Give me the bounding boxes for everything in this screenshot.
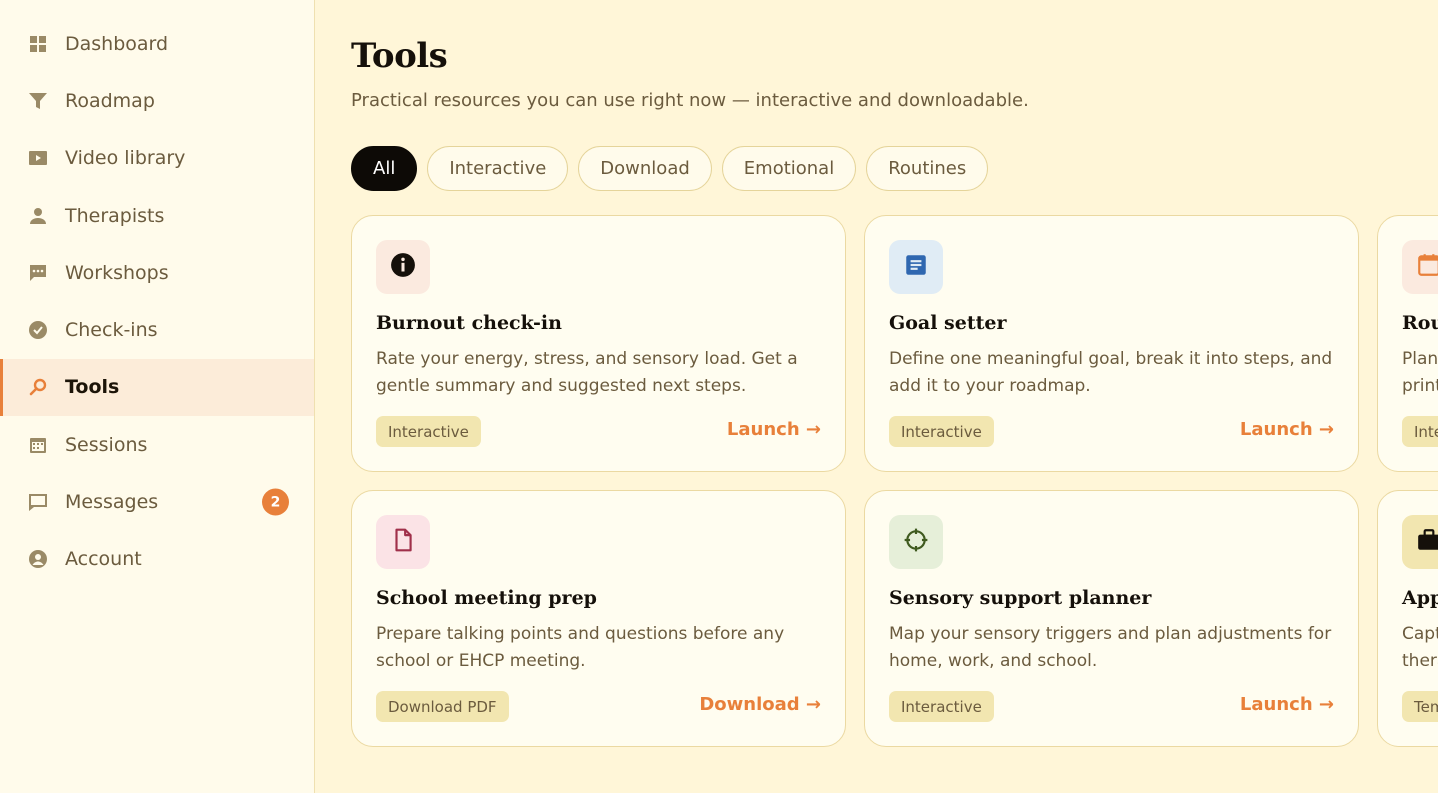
launch-link[interactable]: Launch → [1240,419,1334,440]
download-link[interactable]: Download → [699,694,821,715]
sidebar-item-workshops[interactable]: Workshops [0,244,314,301]
card-tag: Tem [1402,691,1438,722]
filter-chip-interactive[interactable]: Interactive [427,146,569,191]
card-description: Define one meaningful goal, break it int… [889,349,1333,396]
person-icon [28,206,48,226]
sidebar-item-label: Sessions [65,433,148,456]
sidebar-item-sessions[interactable]: Sessions [0,416,314,473]
launch-link[interactable]: Launch → [727,419,821,440]
message-icon [28,492,48,512]
grid-icon [28,34,48,54]
calendar-icon [1416,252,1438,282]
target-icon [903,527,929,557]
tool-icon-tile [1402,240,1438,294]
card-tag: Download PDF [376,691,509,722]
tool-icon-tile [376,515,430,569]
sidebar-item-label: Video library [65,147,186,170]
file-icon [390,527,416,557]
tool-card-school-meeting-prep[interactable]: School meeting prep Prepare talking poin… [351,490,846,747]
unread-badge: 2 [262,488,289,516]
tool-icon-tile [889,240,943,294]
sidebar-item-check-ins[interactable]: Check-ins [0,301,314,358]
sidebar-item-label: Tools [65,376,120,399]
play-icon [28,148,48,168]
sidebar: Dashboard Roadmap Video library Therapis… [0,0,315,793]
filter-chip-all[interactable]: All [351,146,418,191]
tool-card-app-partial[interactable]: App Capt thera Tem [1377,490,1438,747]
card-description: Capt thera [1402,624,1438,671]
sidebar-item-account[interactable]: Account [0,531,314,588]
sidebar-item-therapists[interactable]: Therapists [0,187,314,244]
sidebar-item-label: Therapists [65,204,165,227]
card-description: Rate your energy, stress, and sensory lo… [376,349,798,396]
card-description: Plan print [1402,349,1438,396]
page-title: Tools [351,36,448,76]
tool-icon-tile [889,515,943,569]
chat-dots-icon [28,263,48,283]
filter-chip-routines[interactable]: Routines [866,146,989,191]
sidebar-item-tools[interactable]: Tools [0,358,314,417]
calendar-icon [28,435,48,455]
info-icon [390,252,416,282]
card-title: Goal setter [889,312,1007,334]
page-subtitle: Practical resources you can use right no… [351,90,1029,111]
card-title: App [1402,587,1438,609]
card-tag: Interactive [376,416,481,447]
tool-icon-tile [1402,515,1438,569]
main-content: Tools Practical resources you can use ri… [316,0,1438,793]
tool-card-routine-partial[interactable]: Rou Plan print Inte [1377,215,1438,472]
sidebar-item-video-library[interactable]: Video library [0,130,314,187]
card-description: Map your sensory triggers and plan adjus… [889,624,1332,671]
sidebar-item-label: Roadmap [65,89,155,112]
card-tag: Inte [1402,416,1438,447]
sidebar-item-label: Workshops [65,261,169,284]
card-title: Rou [1402,312,1438,334]
document-text-icon [903,252,929,282]
sidebar-item-label: Check-ins [65,319,158,342]
sidebar-item-label: Messages [65,491,159,514]
sidebar-item-dashboard[interactable]: Dashboard [0,15,314,72]
card-title: Sensory support planner [889,587,1152,609]
card-tag: Interactive [889,416,994,447]
filter-chip-download[interactable]: Download [578,146,712,191]
launch-link[interactable]: Launch → [1240,694,1334,715]
filter-icon [28,91,48,111]
filter-bar: All Interactive Download Emotional Routi… [351,146,989,191]
tool-icon-tile [376,240,430,294]
tool-card-goal-setter[interactable]: Goal setter Define one meaningful goal, … [864,215,1359,472]
account-icon [28,549,48,569]
briefcase-icon [1416,527,1438,557]
search-icon [28,377,48,397]
card-title: School meeting prep [376,587,597,609]
card-title: Burnout check-in [376,312,562,334]
sidebar-item-label: Account [65,548,142,571]
tool-card-burnout-check-in[interactable]: Burnout check-in Rate your energy, stres… [351,215,846,472]
sidebar-item-roadmap[interactable]: Roadmap [0,72,314,129]
card-description: Prepare talking points and questions bef… [376,624,785,671]
tool-card-sensory-support-planner[interactable]: Sensory support planner Map your sensory… [864,490,1359,747]
check-circle-icon [28,320,48,340]
sidebar-item-messages[interactable]: Messages 2 [0,473,314,530]
sidebar-item-label: Dashboard [65,32,169,55]
filter-chip-emotional[interactable]: Emotional [721,146,857,191]
card-tag: Interactive [889,691,994,722]
